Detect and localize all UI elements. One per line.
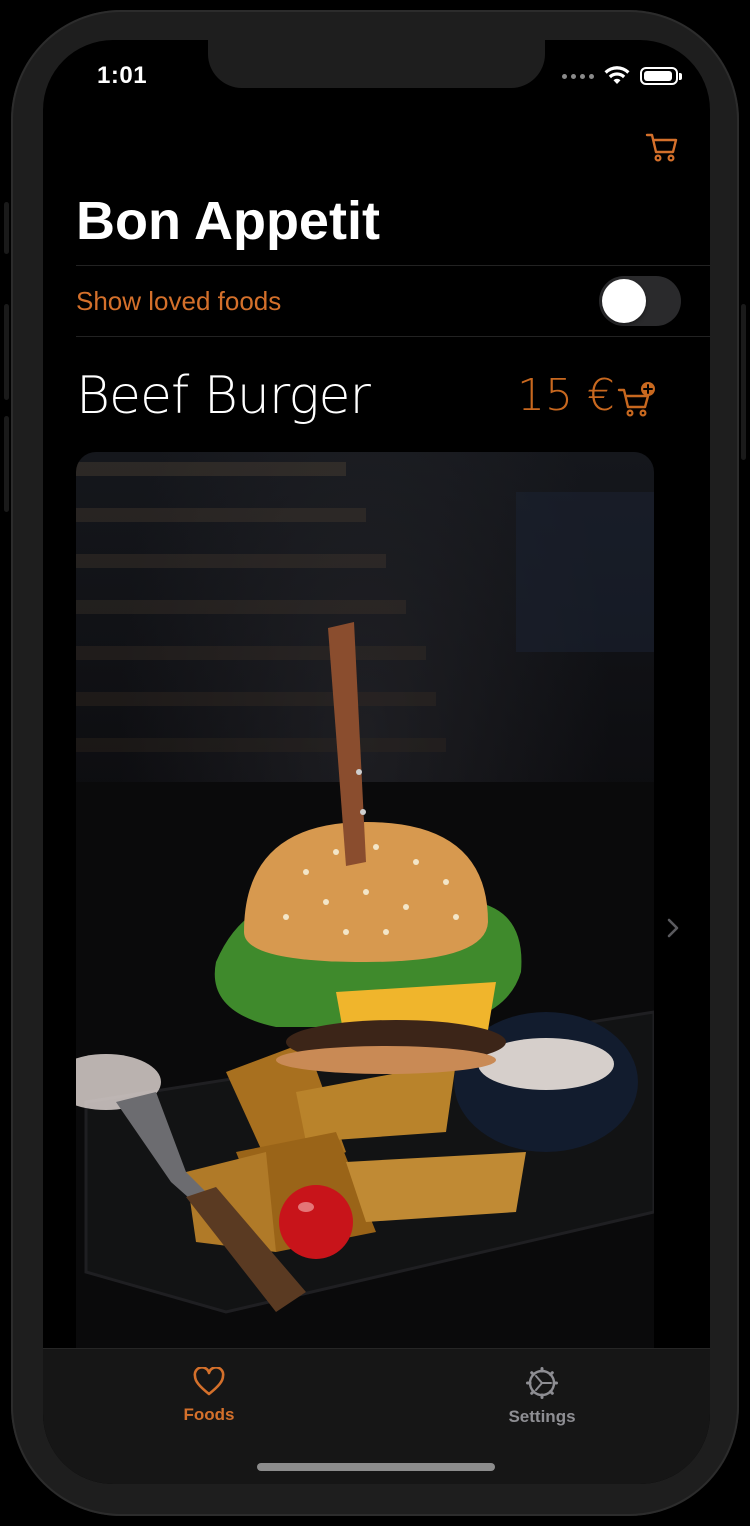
page-title: Bon Appetit: [76, 191, 380, 251]
volume-down-button: [4, 416, 9, 512]
loved-foods-label: Show loved foods: [76, 286, 282, 316]
tab-settings-label: Settings: [508, 1407, 576, 1426]
status-indicators: [562, 66, 682, 86]
food-photo[interactable]: [76, 452, 654, 1392]
cart-icon[interactable]: [644, 128, 680, 164]
heart-icon: [193, 1367, 225, 1396]
power-button: [741, 304, 746, 460]
divider-bottom: [76, 336, 710, 337]
home-indicator[interactable]: [257, 1463, 495, 1471]
wifi-icon: [604, 66, 630, 84]
battery-icon: [640, 67, 682, 85]
cellular-signal-icon: [562, 73, 594, 79]
cart-add-icon[interactable]: [617, 380, 657, 418]
tab-foods[interactable]: Foods: [149, 1367, 269, 1425]
notch: [208, 40, 545, 88]
volume-up-button: [4, 304, 9, 400]
switch-knob: [602, 279, 646, 323]
app-screen: 1:01 Bon Appetit Show loved foods Beef B…: [43, 40, 710, 1484]
mute-switch: [4, 202, 9, 254]
food-price: 15 €: [517, 370, 615, 421]
burger-photo-illustration: [76, 462, 654, 1392]
chevron-right-icon[interactable]: [661, 916, 685, 940]
tab-foods-label: Foods: [183, 1405, 235, 1424]
status-time: 1:01: [97, 62, 148, 89]
tab-settings[interactable]: Settings: [482, 1367, 602, 1427]
tab-bar: Foods Settings: [43, 1348, 710, 1484]
loved-foods-switch[interactable]: [599, 276, 681, 326]
food-name: Beef Burger: [76, 366, 371, 426]
gear-icon: [526, 1367, 558, 1399]
loved-foods-toggle-row: Show loved foods: [76, 266, 710, 336]
